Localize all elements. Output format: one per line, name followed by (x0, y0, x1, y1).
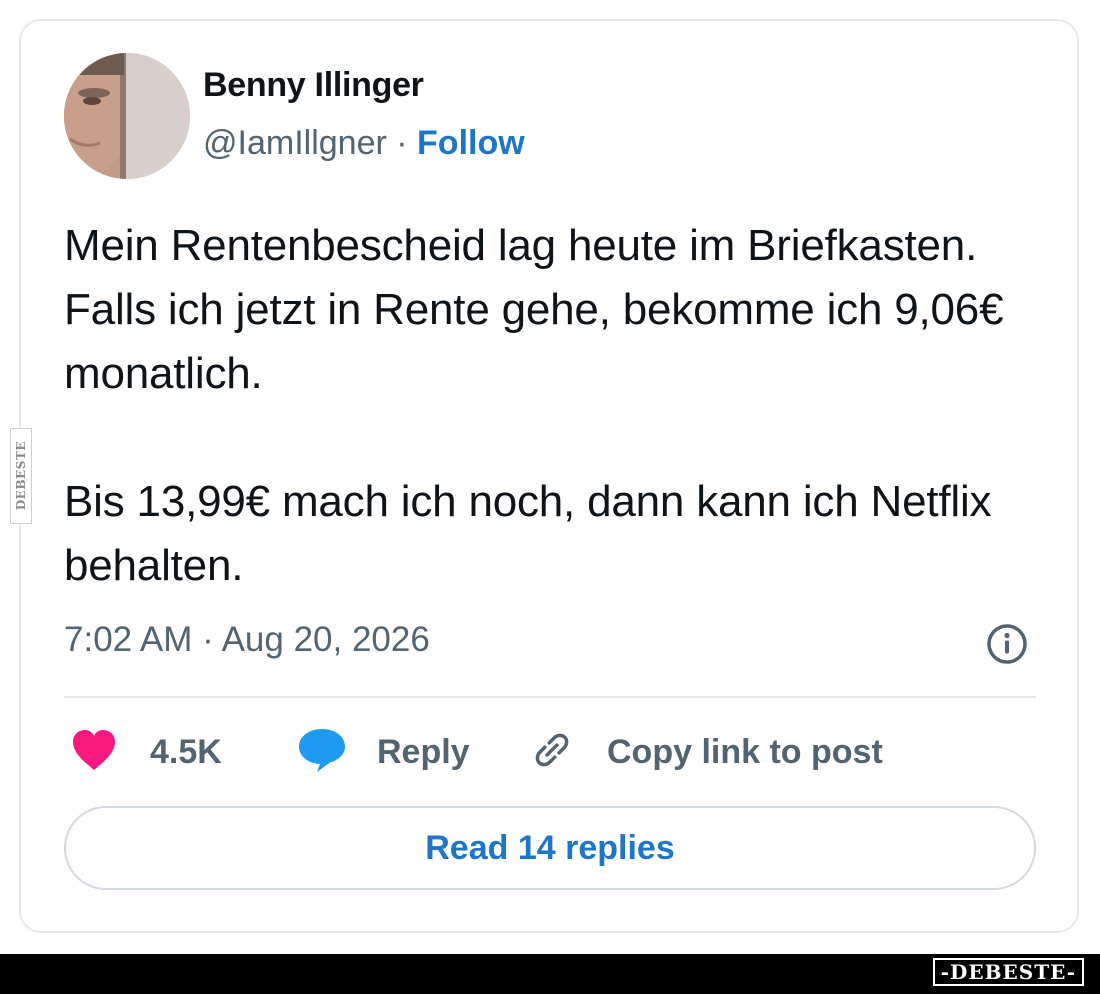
side-watermark: DEBESTE (10, 428, 32, 524)
tweet-timestamp[interactable]: 7:02 AM · Aug 20, 2026 (64, 620, 430, 660)
link-icon (527, 726, 577, 779)
like-button[interactable]: 4.5K (70, 728, 222, 776)
read-replies-button[interactable]: Read 14 replies (64, 806, 1036, 890)
tweet-paragraph-2: Bis 13,99€ mach ich noch, dann kann ich … (64, 477, 992, 590)
handle-row: @IamIllgner · Follow (203, 124, 525, 163)
page: Benny Illinger @IamIllgner · Follow Mein… (0, 0, 1100, 994)
avatar[interactable] (64, 53, 190, 179)
author-handle[interactable]: @IamIllgner (203, 124, 387, 162)
debeste-logo: -DEBESTE- (932, 958, 1084, 986)
info-icon[interactable] (985, 622, 1029, 666)
side-watermark-text: DEBESTE (14, 441, 28, 511)
debeste-logo-text: -DEBESTE- (940, 960, 1076, 984)
speech-bubble-icon (297, 726, 347, 779)
author-name[interactable]: Benny Illinger (203, 66, 424, 105)
read-replies-label: Read 14 replies (425, 828, 675, 867)
follow-button[interactable]: Follow (417, 124, 525, 162)
handle-separator: · (396, 124, 408, 162)
reply-button[interactable]: Reply (297, 728, 470, 776)
like-count: 4.5K (150, 732, 222, 771)
copy-link-button[interactable]: Copy link to post (527, 728, 883, 776)
heart-icon (70, 728, 118, 777)
bottom-watermark-bar: -DEBESTE- (0, 954, 1100, 994)
tweet-paragraph-1: Mein Rentenbescheid lag heute im Briefka… (64, 221, 1004, 398)
tweet-text: Mein Rentenbescheid lag heute im Briefka… (64, 214, 1054, 598)
reply-label: Reply (377, 732, 470, 771)
divider (64, 696, 1036, 698)
copy-link-label: Copy link to post (607, 732, 883, 771)
